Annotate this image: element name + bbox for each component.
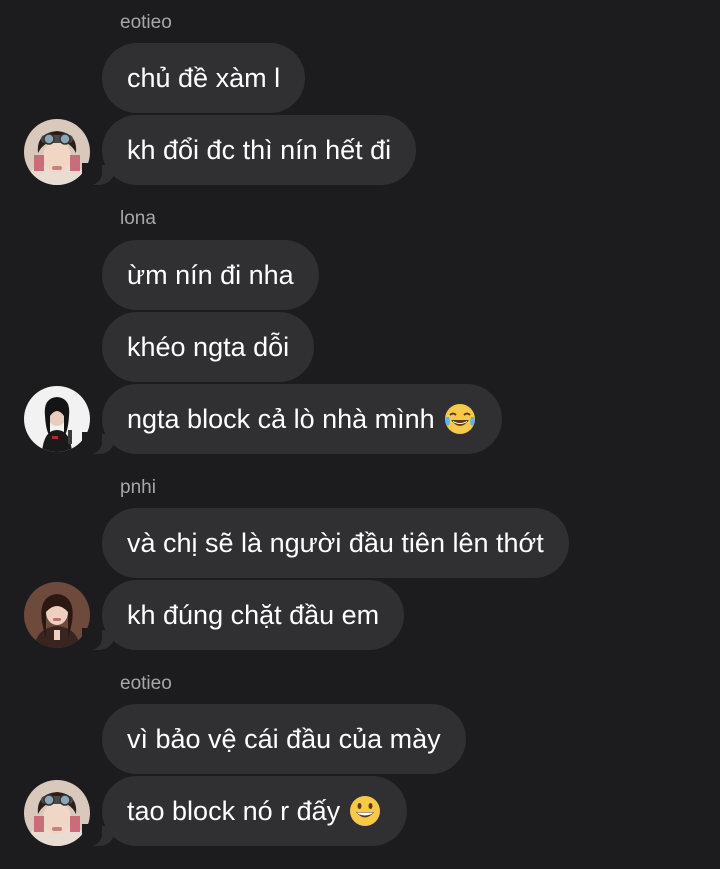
avatar-photo (24, 119, 90, 185)
message-text: ừm nín đi nha (127, 259, 294, 290)
message-bubble[interactable]: chủ đề xàm l (102, 43, 306, 113)
message-bubble[interactable]: vì bảo vệ cái đầu của mày (102, 704, 466, 774)
message-text: kh đổi đc thì nín hết đi (127, 134, 392, 165)
message-text: chủ đề xàm l (127, 62, 281, 93)
avatar-photo (24, 386, 90, 452)
message-text: ngta block cả lò nhà mình (127, 403, 435, 434)
message-text: tao block nó r đấy (127, 795, 341, 826)
sender-name: eotieo (120, 12, 172, 33)
message-bubble[interactable]: khéo ngta dỗi (102, 312, 315, 382)
avatar[interactable] (24, 386, 90, 452)
sender-name: pnhi (120, 477, 156, 498)
message-bubble[interactable]: tao block nó r đấy (81, 776, 408, 846)
avatar[interactable] (24, 119, 90, 185)
grinning-emoji (350, 796, 381, 826)
message-bubble[interactable]: ngta block cả lò nhà mình (82, 384, 502, 454)
message-text: và chị sẽ là người đầu tiên lên thớt (127, 527, 544, 558)
avatar[interactable] (24, 582, 90, 648)
message-text: khéo ngta dỗi (127, 331, 290, 362)
avatar-photo (24, 780, 90, 846)
sender-name: eotieo (120, 673, 172, 694)
message-thread: eotieo chủ đề xàm l kh đổi đc thì nín hế… (0, 0, 720, 869)
avatar-photo (24, 582, 90, 648)
message-bubble[interactable]: kh đúng chặt đầu em (81, 580, 405, 650)
sender-name: lona (120, 208, 156, 229)
message-bubble[interactable]: ừm nín đi nha (102, 240, 319, 310)
avatar[interactable] (24, 780, 90, 846)
message-bubble[interactable]: kh đổi đc thì nín hết đi (81, 115, 417, 185)
message-bubble[interactable]: và chị sẽ là người đầu tiên lên thớt (102, 508, 569, 578)
message-text: kh đúng chặt đầu em (127, 599, 380, 630)
message-text: vì bảo vệ cái đầu của mày (127, 723, 441, 754)
tears-of-joy-emoji (444, 404, 475, 434)
